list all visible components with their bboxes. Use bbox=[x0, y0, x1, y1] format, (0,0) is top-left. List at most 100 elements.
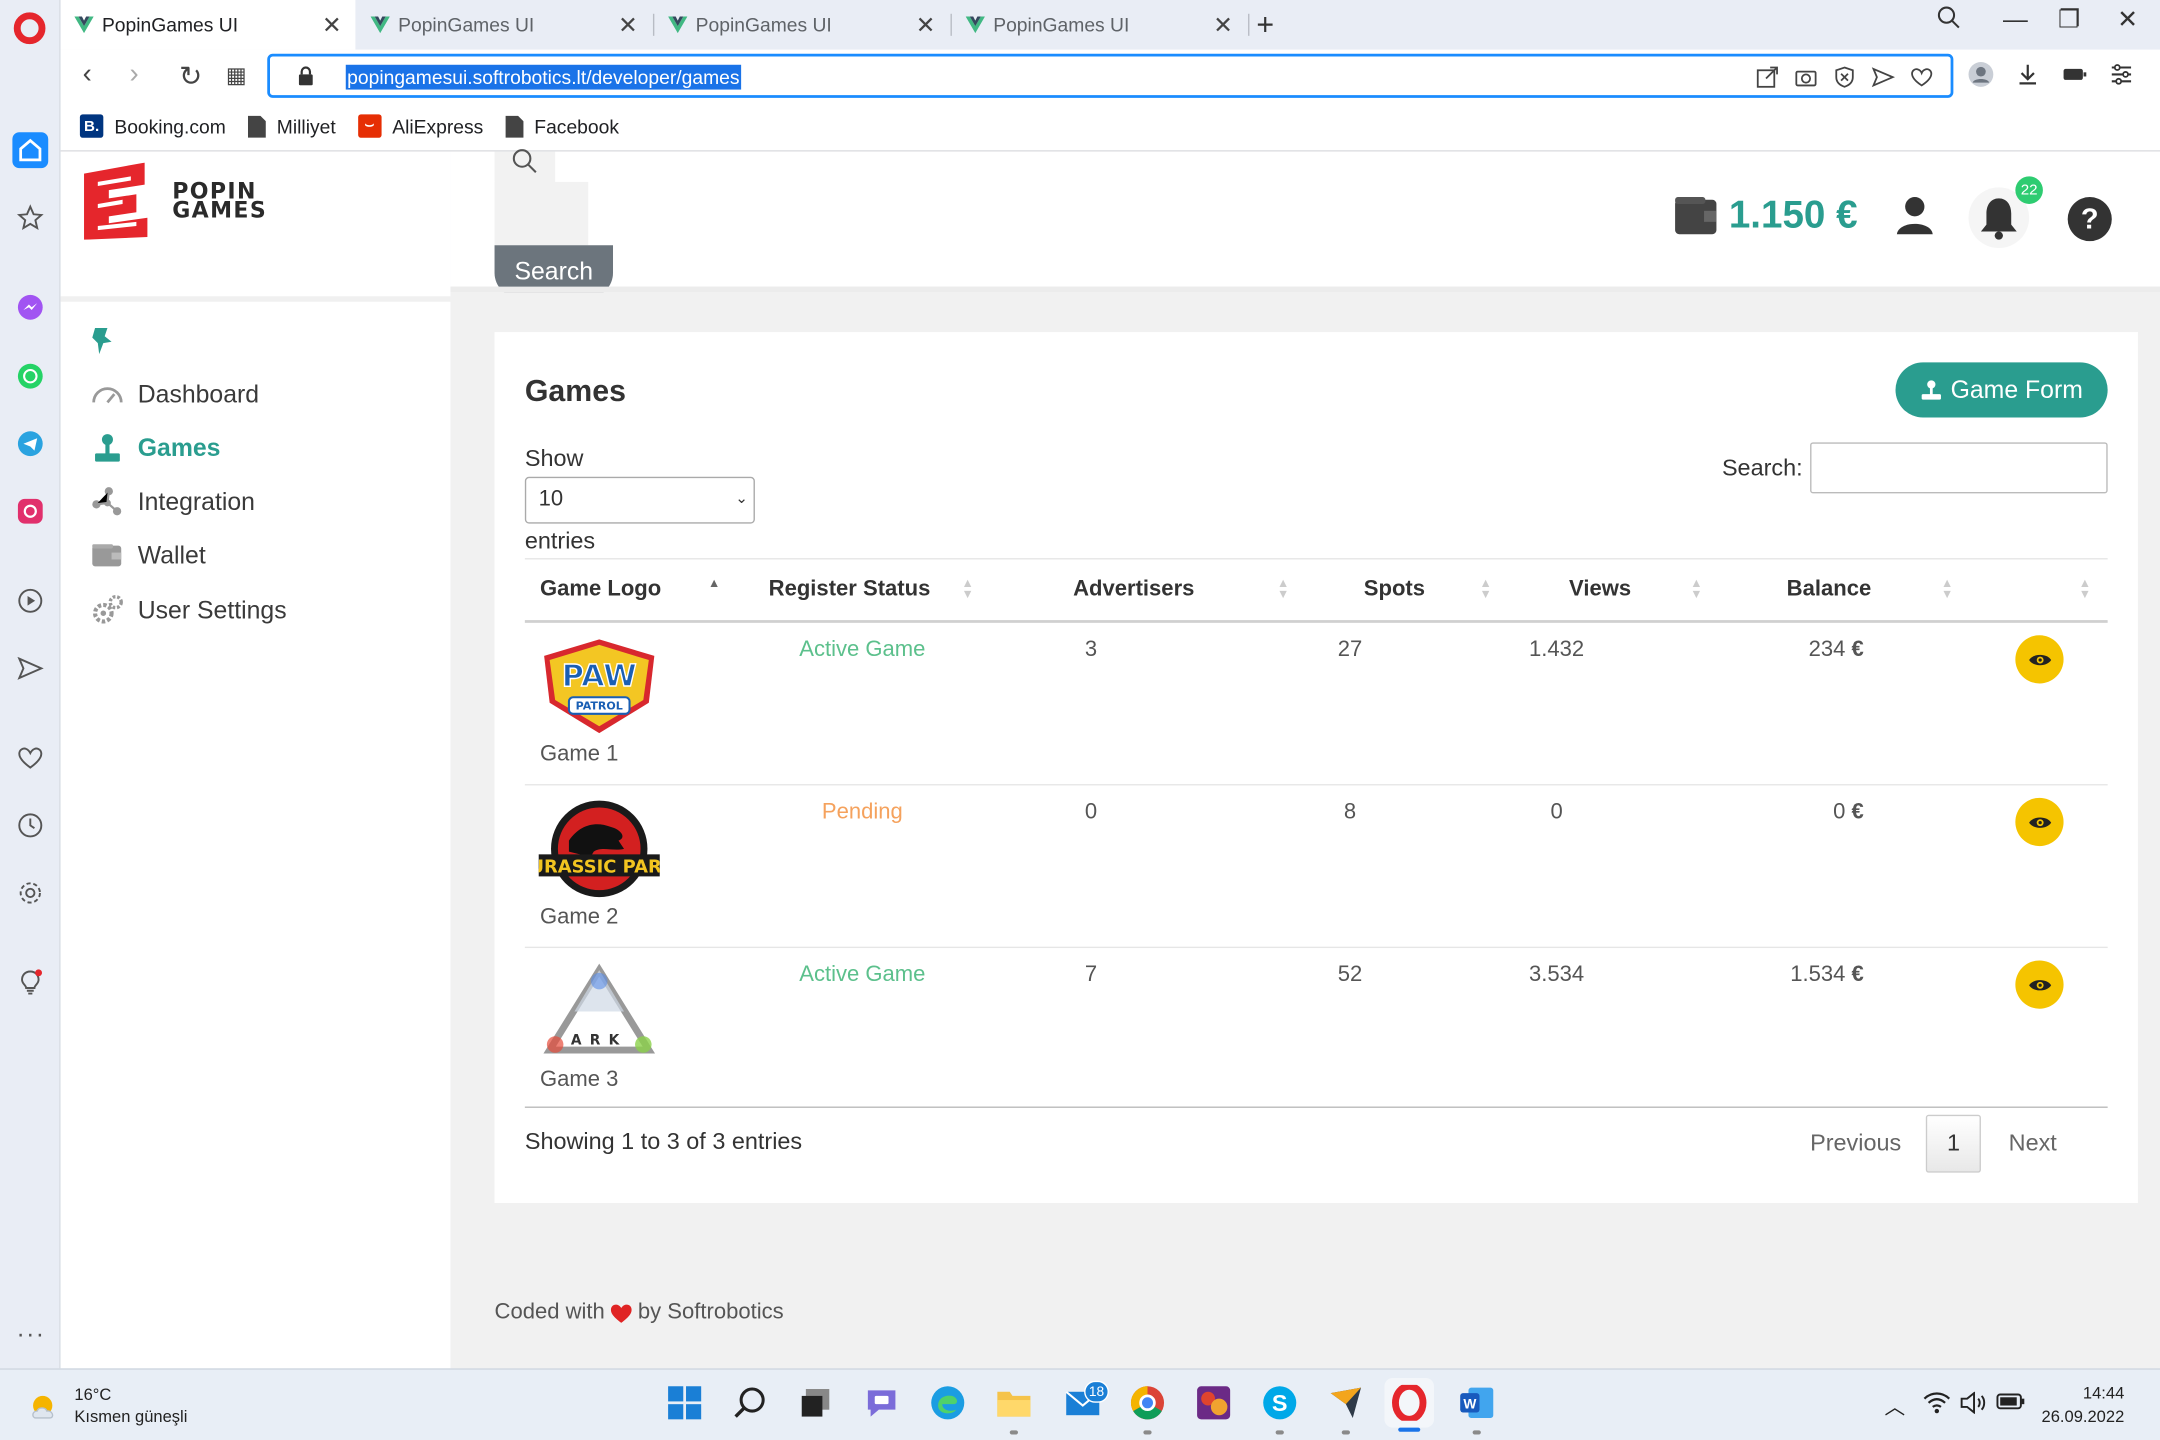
windows-start-icon[interactable] bbox=[664, 1382, 705, 1423]
back-icon[interactable]: ‹ bbox=[83, 59, 92, 91]
url-text[interactable]: popingamesui.softrobotics.lt/developer/g… bbox=[345, 64, 741, 90]
messenger-icon[interactable] bbox=[15, 292, 45, 322]
vpn-app-icon[interactable] bbox=[1325, 1382, 1366, 1423]
column-header[interactable]: Game Logo bbox=[540, 577, 661, 602]
bookmark-item[interactable]: ⌣ AliExpress bbox=[357, 114, 483, 138]
bookmark-item[interactable]: Facebook bbox=[505, 115, 619, 138]
edge-icon[interactable] bbox=[927, 1382, 968, 1423]
new-tab-icon[interactable]: + bbox=[1256, 7, 1274, 43]
close-tab-icon[interactable]: ✕ bbox=[618, 12, 638, 40]
battery-icon[interactable] bbox=[1996, 1392, 2026, 1417]
wallet-balance[interactable]: 1.150 € bbox=[1674, 193, 1858, 237]
column-header[interactable]: Views bbox=[1569, 577, 1631, 602]
sidebar-item-games[interactable]: Games bbox=[91, 427, 221, 468]
sidebar-item-wallet[interactable]: Wallet bbox=[91, 535, 206, 576]
browser-tab[interactable]: PopinGames UI ✕ bbox=[654, 0, 949, 50]
lightbulb-icon[interactable] bbox=[15, 967, 45, 997]
popin-logo-icon[interactable] bbox=[81, 162, 153, 240]
previous-page-button[interactable]: Previous bbox=[1810, 1130, 1901, 1158]
pin-icon[interactable] bbox=[91, 325, 116, 355]
task-view-icon[interactable] bbox=[795, 1382, 836, 1423]
weather-widget[interactable]: 16°C Kısmen güneşli bbox=[28, 1384, 188, 1428]
telegram-icon[interactable] bbox=[15, 429, 45, 459]
teams-chat-icon[interactable] bbox=[861, 1382, 902, 1423]
forward-icon[interactable]: › bbox=[129, 59, 138, 91]
bookmark-heart-icon[interactable] bbox=[1909, 65, 1934, 90]
page-1-button[interactable]: 1 bbox=[1926, 1114, 1982, 1173]
camera-icon[interactable] bbox=[1794, 65, 1819, 90]
view-button[interactable] bbox=[2015, 635, 2064, 684]
browser-tab[interactable]: PopinGames UI ✕ bbox=[952, 0, 1247, 50]
reload-icon[interactable]: ↻ bbox=[179, 59, 202, 93]
close-tab-icon[interactable]: ✕ bbox=[1213, 12, 1233, 40]
bookmark-label: Booking.com bbox=[114, 115, 226, 138]
address-bar[interactable]: popingamesui.softrobotics.lt/developer/g… bbox=[267, 53, 1954, 98]
page-size-select[interactable]: 10 ⌄ bbox=[524, 476, 755, 524]
help-icon[interactable]: ? bbox=[2066, 196, 2113, 243]
sort-icon[interactable]: ▲ ▼ bbox=[1941, 577, 1953, 600]
wifi-icon[interactable] bbox=[1923, 1392, 1951, 1420]
column-header[interactable]: Register Status bbox=[769, 577, 931, 602]
sidebar-item-user-settings[interactable]: User Settings bbox=[91, 590, 287, 631]
sort-icon[interactable]: ▲ ▼ bbox=[1690, 577, 1702, 600]
sort-icon[interactable]: ▲ ▼ bbox=[2079, 577, 2091, 600]
sidebar-item-dashboard[interactable]: Dashboard bbox=[91, 373, 259, 414]
word-icon[interactable]: W bbox=[1456, 1382, 1497, 1423]
view-button[interactable] bbox=[2015, 797, 2064, 847]
file-explorer-icon[interactable] bbox=[993, 1382, 1034, 1423]
close-tab-icon[interactable]: ✕ bbox=[322, 12, 342, 40]
skype-icon[interactable]: S bbox=[1259, 1382, 1300, 1423]
maximize-icon[interactable]: ❐ bbox=[2058, 6, 2080, 35]
column-header[interactable]: Balance bbox=[1787, 577, 1872, 602]
chrome-icon[interactable] bbox=[1127, 1382, 1168, 1423]
minimize-icon[interactable]: — bbox=[2003, 6, 2028, 35]
close-tab-icon[interactable]: ✕ bbox=[916, 12, 936, 40]
download-icon[interactable] bbox=[2014, 61, 2042, 95]
sort-icon[interactable]: ▲ ▼ bbox=[962, 577, 974, 600]
taskbar-search-icon[interactable] bbox=[730, 1382, 771, 1423]
profile-icon[interactable] bbox=[1967, 61, 1995, 95]
easy-setup-icon[interactable] bbox=[2108, 61, 2136, 95]
sort-icon[interactable]: ▲ bbox=[708, 577, 720, 589]
tab-search-icon[interactable] bbox=[1937, 6, 1962, 38]
column-header[interactable]: Spots bbox=[1364, 577, 1425, 602]
browser-tab[interactable]: PopinGames UI ✕ bbox=[60, 0, 356, 50]
browser-tab[interactable]: PopinGames UI ✕ bbox=[357, 0, 652, 50]
bookmark-item[interactable]: Milliyet bbox=[247, 115, 336, 138]
bookmark-item[interactable]: B. Booking.com bbox=[79, 114, 226, 138]
user-icon[interactable] bbox=[1893, 193, 1937, 237]
view-button[interactable] bbox=[2015, 960, 2064, 1009]
share-icon[interactable] bbox=[1755, 65, 1780, 90]
speed-dial-icon[interactable]: ▦ bbox=[226, 62, 247, 90]
adblock-icon[interactable] bbox=[1832, 65, 1857, 90]
home-icon[interactable] bbox=[12, 132, 49, 169]
opera-taskbar-icon[interactable] bbox=[1384, 1377, 1435, 1428]
send-page-icon[interactable] bbox=[1871, 65, 1896, 90]
sidebar-item-integration[interactable]: Integration bbox=[91, 481, 255, 522]
settings-icon[interactable] bbox=[15, 878, 45, 908]
sort-icon[interactable]: ▲ ▼ bbox=[1277, 577, 1289, 600]
system-clock[interactable]: 14:44 26.09.2022 bbox=[2042, 1382, 2125, 1429]
opera-logo-icon[interactable] bbox=[13, 12, 46, 45]
close-window-icon[interactable]: ✕ bbox=[2117, 6, 2138, 35]
battery-saver-icon[interactable] bbox=[2061, 61, 2089, 95]
table-search-input[interactable] bbox=[1810, 442, 2108, 494]
game-app-icon[interactable] bbox=[1193, 1382, 1234, 1423]
more-icon[interactable]: ··· bbox=[17, 1320, 46, 1349]
history-icon[interactable] bbox=[15, 810, 45, 840]
star-icon[interactable] bbox=[15, 203, 45, 233]
instagram-icon[interactable] bbox=[15, 496, 45, 526]
player-icon[interactable] bbox=[15, 586, 45, 616]
whatsapp-icon[interactable] bbox=[15, 361, 45, 391]
wallet-icon bbox=[1675, 197, 1717, 235]
sort-icon[interactable]: ▲ ▼ bbox=[1479, 577, 1491, 600]
views-value: 1.432 bbox=[1529, 638, 1585, 662]
volume-icon[interactable] bbox=[1959, 1391, 1987, 1420]
chevron-up-icon[interactable]: ︿ bbox=[1884, 1392, 1905, 1421]
header-search-input[interactable] bbox=[494, 181, 589, 246]
game-form-button[interactable]: Game Form bbox=[1895, 362, 2108, 418]
next-page-button[interactable]: Next bbox=[2009, 1130, 2057, 1158]
heart-icon[interactable] bbox=[15, 743, 45, 773]
send-icon[interactable] bbox=[15, 653, 45, 683]
column-header[interactable]: Advertisers bbox=[1073, 577, 1194, 602]
